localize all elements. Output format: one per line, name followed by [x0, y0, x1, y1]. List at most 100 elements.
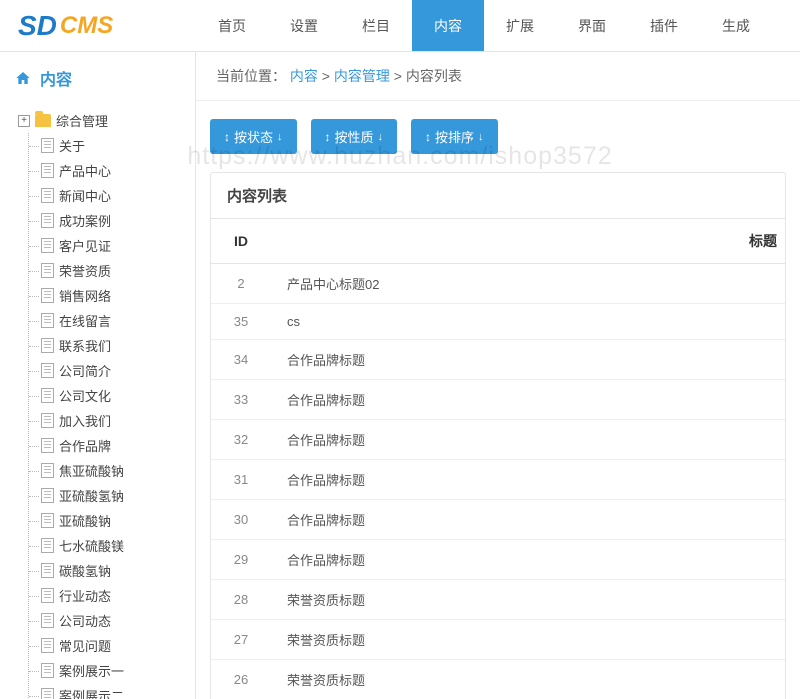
tree-node[interactable]: 合作品牌	[41, 433, 185, 458]
tree-node-label: 碳酸氢钠	[59, 561, 111, 580]
tree-node-label: 新闻中心	[59, 186, 111, 205]
tree-node[interactable]: 联系我们	[41, 333, 185, 358]
table-row[interactable]: 32合作品牌标题	[211, 420, 785, 460]
tree-root[interactable]: + 综合管理	[18, 108, 185, 133]
tree-node-label: 产品中心	[59, 161, 111, 180]
sort-status-button[interactable]: 按状态	[210, 119, 297, 154]
nav-item[interactable]: 首页	[196, 0, 268, 51]
nav-item[interactable]: 插件	[628, 0, 700, 51]
tree-node[interactable]: 行业动态	[41, 583, 185, 608]
tree-root-label: 综合管理	[56, 111, 108, 130]
document-icon	[41, 488, 54, 503]
toolbar: 按状态 按性质 按排序	[196, 101, 800, 172]
nav-item[interactable]: 设置	[268, 0, 340, 51]
tree-node-label: 公司动态	[59, 611, 111, 630]
cell-id: 34	[211, 340, 271, 380]
table-row[interactable]: 34合作品牌标题	[211, 340, 785, 380]
table-row[interactable]: 27荣誉资质标题	[211, 620, 785, 660]
nav-item[interactable]: 栏目	[340, 0, 412, 51]
breadcrumb-sep: >	[322, 68, 334, 84]
cell-title: 合作品牌标题	[271, 380, 785, 420]
document-icon	[41, 588, 54, 603]
breadcrumb-link[interactable]: 内容	[290, 68, 318, 84]
tree-node[interactable]: 案例展示二	[41, 683, 185, 699]
tree-node-label: 联系我们	[59, 336, 111, 355]
tree-node[interactable]: 荣誉资质	[41, 258, 185, 283]
table-row[interactable]: 26荣誉资质标题	[211, 660, 785, 699]
tree-node-label: 荣誉资质	[59, 261, 111, 280]
tree-node-label: 焦亚硫酸钠	[59, 461, 124, 480]
table-row[interactable]: 35cs	[211, 304, 785, 340]
tree-node[interactable]: 焦亚硫酸钠	[41, 458, 185, 483]
tree: + 综合管理 关于产品中心新闻中心成功案例客户见证荣誉资质销售网络在线留言联系我…	[0, 98, 195, 699]
tree-node-label: 七水硫酸镁	[59, 536, 124, 555]
document-icon	[41, 213, 54, 228]
expand-icon[interactable]: +	[18, 115, 30, 127]
tree-node[interactable]: 七水硫酸镁	[41, 533, 185, 558]
cell-id: 31	[211, 460, 271, 500]
table-row[interactable]: 31合作品牌标题	[211, 460, 785, 500]
tree-node[interactable]: 亚硫酸氢钠	[41, 483, 185, 508]
tree-node[interactable]: 案例展示一	[41, 658, 185, 683]
table-row[interactable]: 2产品中心标题02	[211, 264, 785, 304]
sort-nature-button[interactable]: 按性质	[311, 119, 398, 154]
tree-node-label: 亚硫酸钠	[59, 511, 111, 530]
document-icon	[41, 238, 54, 253]
home-icon	[14, 70, 32, 86]
tree-node-label: 行业动态	[59, 586, 111, 605]
sort-order-button[interactable]: 按排序	[411, 119, 498, 154]
table-row[interactable]: 33合作品牌标题	[211, 380, 785, 420]
tree-node[interactable]: 加入我们	[41, 408, 185, 433]
tree-node[interactable]: 关于	[41, 133, 185, 158]
tree-node-label: 常见问题	[59, 636, 111, 655]
nav-item[interactable]: 界面	[556, 0, 628, 51]
cell-id: 30	[211, 500, 271, 540]
sidebar: 内容 + 综合管理 关于产品中心新闻中心成功案例客户见证荣誉资质销售网络在线留言…	[0, 52, 196, 699]
document-icon	[41, 388, 54, 403]
tree-node-label: 合作品牌	[59, 436, 111, 455]
tree-node[interactable]: 常见问题	[41, 633, 185, 658]
table-row[interactable]: 28荣誉资质标题	[211, 580, 785, 620]
nav-item[interactable]: 扩展	[484, 0, 556, 51]
cell-id: 27	[211, 620, 271, 660]
tree-node-label: 公司简介	[59, 361, 111, 380]
tree-children: 关于产品中心新闻中心成功案例客户见证荣誉资质销售网络在线留言联系我们公司简介公司…	[28, 133, 185, 699]
cell-title: 合作品牌标题	[271, 540, 785, 580]
top-nav: 首页设置栏目内容扩展界面插件生成	[196, 0, 800, 51]
table-row[interactable]: 29合作品牌标题	[211, 540, 785, 580]
breadcrumb-prefix: 当前位置：	[216, 68, 286, 84]
tree-node[interactable]: 成功案例	[41, 208, 185, 233]
nav-item[interactable]: 内容	[412, 0, 484, 51]
tree-node-label: 案例展示一	[59, 661, 124, 680]
cell-id: 28	[211, 580, 271, 620]
breadcrumb: 当前位置： 内容 > 内容管理 > 内容列表	[196, 52, 800, 101]
document-icon	[41, 613, 54, 628]
cell-title: cs	[271, 304, 785, 340]
tree-node[interactable]: 在线留言	[41, 308, 185, 333]
tree-node[interactable]: 碳酸氢钠	[41, 558, 185, 583]
logo-part1: SD	[18, 10, 57, 42]
col-title: 标题	[271, 219, 785, 264]
tree-node[interactable]: 亚硫酸钠	[41, 508, 185, 533]
tree-node-label: 在线留言	[59, 311, 111, 330]
nav-item[interactable]: 生成	[700, 0, 772, 51]
cell-title: 荣誉资质标题	[271, 580, 785, 620]
tree-node[interactable]: 公司简介	[41, 358, 185, 383]
document-icon	[41, 438, 54, 453]
cell-id: 35	[211, 304, 271, 340]
panel-title: 内容列表	[211, 173, 785, 219]
table-row[interactable]: 30合作品牌标题	[211, 500, 785, 540]
document-icon	[41, 538, 54, 553]
tree-node[interactable]: 公司动态	[41, 608, 185, 633]
document-icon	[41, 563, 54, 578]
tree-node[interactable]: 产品中心	[41, 158, 185, 183]
tree-node-label: 关于	[59, 136, 85, 155]
tree-node[interactable]: 销售网络	[41, 283, 185, 308]
tree-node[interactable]: 客户见证	[41, 233, 185, 258]
cell-title: 合作品牌标题	[271, 460, 785, 500]
sidebar-title: 内容	[0, 58, 195, 98]
logo: SD CMS	[0, 0, 196, 51]
tree-node[interactable]: 公司文化	[41, 383, 185, 408]
breadcrumb-link[interactable]: 内容管理	[334, 68, 390, 84]
tree-node[interactable]: 新闻中心	[41, 183, 185, 208]
